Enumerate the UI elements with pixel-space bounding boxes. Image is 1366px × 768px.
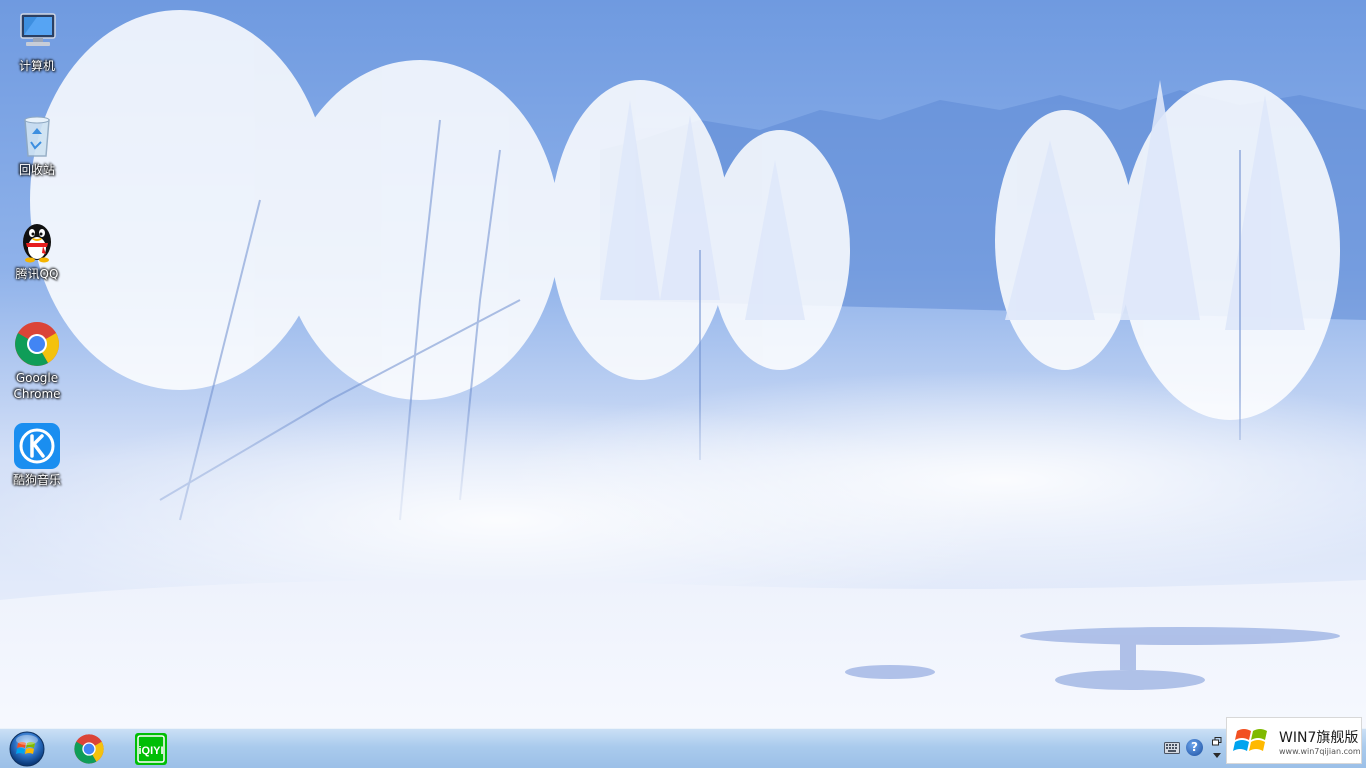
qq-penguin-icon <box>23 224 51 263</box>
windows-logo-icon <box>1233 729 1267 751</box>
watermark-badge: WIN7旗舰版 www.win7qijian.com <box>1226 717 1362 764</box>
taskbar-app-iqiyi[interactable]: iQIYI <box>124 731 178 766</box>
chevron-down-icon[interactable] <box>1213 753 1221 758</box>
desktop-icon-qq[interactable]: 腾讯QQ <box>4 216 70 282</box>
help-icon[interactable]: ? <box>1186 739 1203 756</box>
desktop-icon-computer[interactable]: 计算机 <box>4 8 70 74</box>
iqiyi-icon: iQIYI <box>135 733 167 765</box>
desktop-icon-label: 计算机 <box>18 59 55 73</box>
windows-orb-icon <box>9 731 45 767</box>
desktop-icon-chrome[interactable]: Google Chrome <box>4 320 70 402</box>
desktop-icon-label: Google Chrome <box>13 371 61 401</box>
taskbar: iQIYI ? <box>0 728 1366 768</box>
system-tray: ? <box>1160 735 1230 763</box>
watermark-title: WIN7旗舰版 <box>1279 730 1359 746</box>
iqiyi-logo-text: iQIYI <box>138 745 163 757</box>
chrome-icon <box>74 734 104 764</box>
restore-window-icon[interactable] <box>1212 737 1222 747</box>
kugou-music-icon <box>14 423 60 469</box>
desktop-icon-recycle-bin[interactable]: 回收站 <box>4 112 70 178</box>
taskbar-app-chrome[interactable] <box>62 731 116 766</box>
desktop-icon-label: 酷狗音乐 <box>12 473 61 487</box>
start-button[interactable] <box>4 730 50 768</box>
keyboard-icon[interactable] <box>1164 742 1180 754</box>
desktop[interactable]: 计算机 回收站 腾讯QQ Google Chrome 酷狗音乐 iQIYI ? … <box>0 0 1366 768</box>
desktop-icon-label: 腾讯QQ <box>15 267 59 281</box>
wallpaper <box>0 0 1366 768</box>
watermark-url: www.win7qijian.com <box>1279 747 1361 756</box>
recycle-bin-icon <box>24 116 50 157</box>
chrome-icon <box>15 322 59 366</box>
desktop-icon-label: 回收站 <box>18 163 55 177</box>
desktop-icon-kugou-music[interactable]: 酷狗音乐 <box>4 422 70 488</box>
computer-icon <box>20 13 56 46</box>
